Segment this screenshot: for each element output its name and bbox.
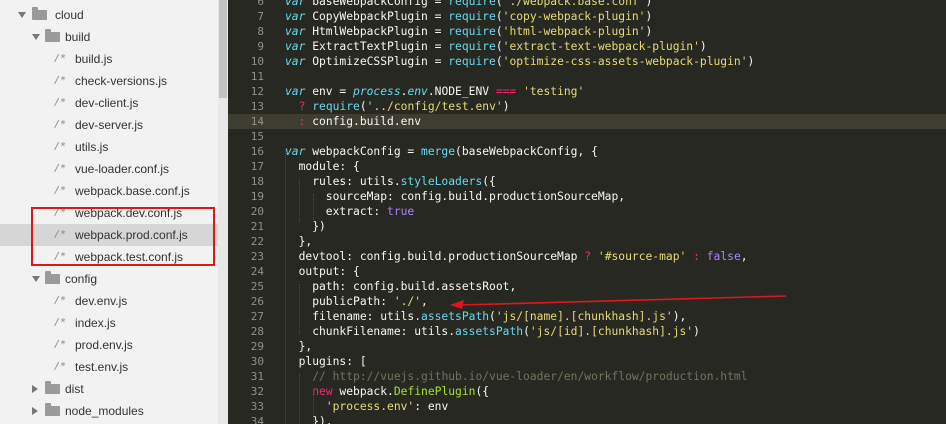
- file-label: build.js: [75, 52, 113, 66]
- folder-label: node_modules: [65, 404, 144, 418]
- chevron-down-icon[interactable]: [32, 276, 40, 282]
- folder-icon: [45, 29, 60, 42]
- js-file-icon: /*: [54, 339, 67, 350]
- file-item-build-js[interactable]: /* build.js: [0, 48, 218, 70]
- file-item-vue-loader-conf-js[interactable]: /* vue-loader.conf.js: [0, 158, 218, 180]
- annotation-arrowhead: [450, 300, 464, 309]
- js-file-icon: /*: [54, 97, 67, 108]
- js-file-icon: /*: [54, 119, 67, 130]
- file-item-dev-env-js[interactable]: /* dev.env.js: [0, 290, 218, 312]
- folder-item-node-modules[interactable]: node_modules: [0, 400, 218, 422]
- file-item-test-env-js[interactable]: /* test.env.js: [0, 356, 218, 378]
- file-item-webpack-base-conf-js[interactable]: /* webpack.base.conf.js: [0, 180, 218, 202]
- annotation-arrow-line: [459, 295, 787, 306]
- file-label: prod.env.js: [75, 338, 133, 352]
- sidebar-scroll-thumb[interactable]: [219, 0, 227, 98]
- js-file-icon: /*: [54, 317, 67, 328]
- folder-icon: [45, 381, 60, 394]
- file-label: vue-loader.conf.js: [75, 162, 170, 176]
- file-item-check-versions-js[interactable]: /* check-versions.js: [0, 70, 218, 92]
- folder-label: build: [65, 30, 91, 44]
- file-label: webpack.base.conf.js: [75, 184, 190, 198]
- js-file-icon: /*: [54, 53, 67, 64]
- folder-item-cloud[interactable]: cloud: [0, 4, 218, 26]
- red-highlight-box-annotation: [31, 207, 215, 266]
- js-file-icon: /*: [54, 185, 67, 196]
- js-file-icon: /*: [54, 295, 67, 306]
- red-arrow-annotation: [450, 295, 787, 309]
- js-file-icon: /*: [54, 163, 67, 174]
- file-label: dev.env.js: [75, 294, 128, 308]
- folder-item-dist[interactable]: dist: [0, 378, 218, 400]
- chevron-right-icon[interactable]: [32, 407, 38, 415]
- folder-icon: [32, 7, 47, 20]
- sidebar-scrollbar[interactable]: [218, 0, 228, 424]
- chevron-down-icon[interactable]: [32, 34, 40, 40]
- file-item-dev-server-js[interactable]: /* dev-server.js: [0, 114, 218, 136]
- js-file-icon: /*: [54, 75, 67, 86]
- file-label: index.js: [75, 316, 116, 330]
- folder-item-build[interactable]: build: [0, 26, 218, 48]
- chevron-down-icon[interactable]: [18, 12, 26, 18]
- js-file-icon: /*: [54, 361, 67, 372]
- file-item-index-js[interactable]: /* index.js: [0, 312, 218, 334]
- code-editor[interactable]: 6 7 8 9 10 11 12 13 14 15 16 17 18 19 20 21 22 23 24 25 26 27…: [228, 0, 946, 424]
- file-label: test.env.js: [75, 360, 129, 374]
- folder-label: config: [65, 272, 98, 286]
- file-label: check-versions.js: [75, 74, 168, 88]
- folder-icon: [45, 271, 60, 284]
- folder-icon: [45, 403, 60, 416]
- folder-label: dist: [65, 382, 84, 396]
- file-sidebar: cloud build/* build.js/* check-versions.js /…: [0, 0, 228, 424]
- file-item-dev-client-js[interactable]: /* dev-client.js: [0, 92, 218, 114]
- file-label: utils.js: [75, 140, 109, 154]
- js-file-icon: /*: [54, 141, 67, 152]
- folder-item-config[interactable]: config: [0, 268, 218, 290]
- file-label: dev-client.js: [75, 96, 139, 110]
- file-item-prod-env-js[interactable]: /* prod.env.js: [0, 334, 218, 356]
- file-label: dev-server.js: [75, 118, 144, 132]
- folder-label: cloud: [55, 8, 84, 22]
- chevron-right-icon[interactable]: [32, 385, 38, 393]
- file-item-utils-js[interactable]: /* utils.js: [0, 136, 218, 158]
